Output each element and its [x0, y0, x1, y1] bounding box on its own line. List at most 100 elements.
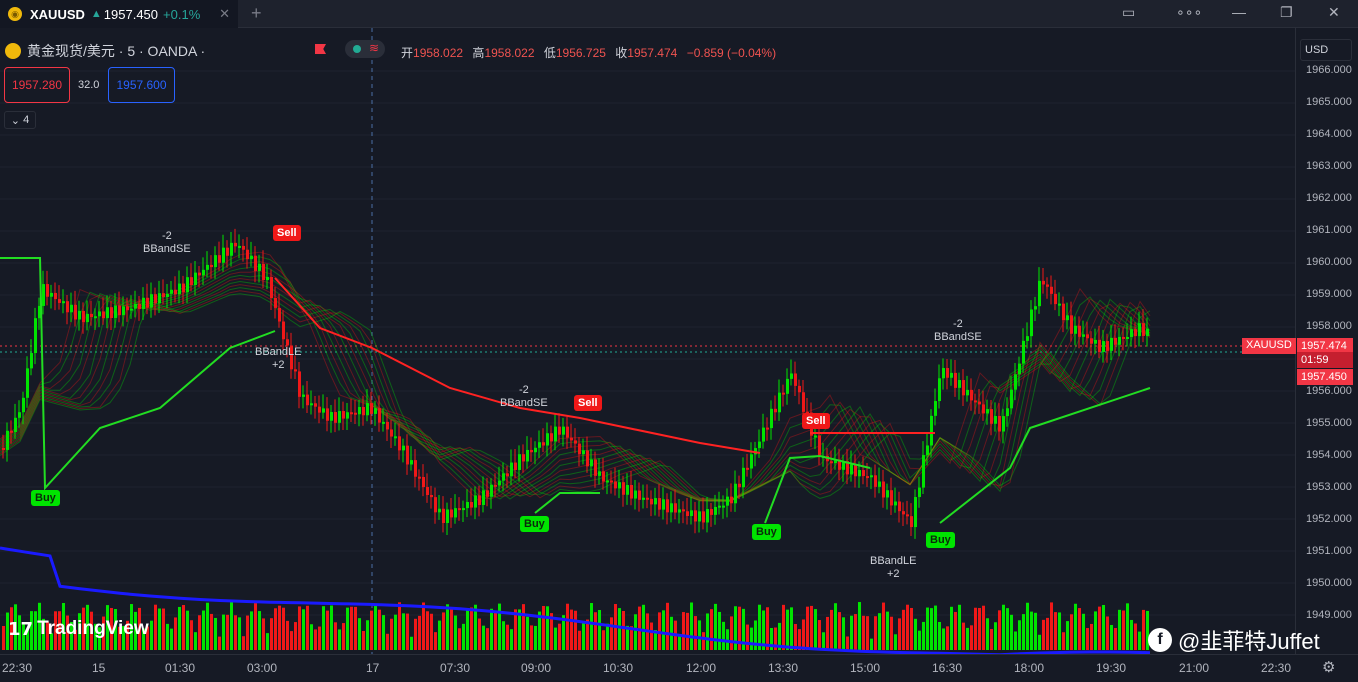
candle-body [18, 412, 21, 418]
volume-bar [846, 636, 849, 650]
candle-body [418, 476, 421, 479]
candle-body [498, 480, 501, 486]
volume-bar [918, 630, 921, 650]
volume-bar [378, 609, 381, 650]
candle-body [282, 321, 285, 340]
gold-coin-icon: ◉ [8, 7, 22, 21]
volume-bar [1086, 628, 1089, 650]
volume-bar [506, 624, 509, 650]
candle-body [486, 490, 489, 497]
candle-body [446, 509, 449, 523]
candle-body [710, 509, 713, 515]
close-window-icon[interactable]: ✕ [1328, 4, 1340, 21]
candle-body [370, 403, 373, 414]
market-status-pill[interactable]: ≋ [345, 40, 385, 58]
chevron-down-icon: ⌄ [10, 114, 24, 127]
volume-bar [1138, 631, 1141, 650]
indicators-toggle[interactable]: ⌄ 4 [4, 111, 36, 129]
currency-select[interactable]: USD [1300, 39, 1352, 61]
layout-icon[interactable]: ▭ [1122, 4, 1135, 21]
candle-body [466, 501, 469, 509]
volume-bar [370, 610, 373, 650]
candle-body [934, 401, 937, 416]
new-tab-icon[interactable]: + [251, 3, 262, 24]
volume-bar [962, 622, 965, 650]
volume-bar [930, 608, 933, 650]
chart-area[interactable]: 黄金现货/美元 · 5 · OANDA · ≋ 开1958.022 高1958.… [0, 28, 1358, 682]
volume-bar [234, 615, 237, 650]
time-tick: 01:30 [165, 661, 196, 675]
candle-body [1002, 416, 1005, 432]
candle-body [174, 289, 177, 295]
volume-bar [818, 620, 821, 650]
candle-body [714, 506, 717, 515]
close-tab-icon[interactable]: ✕ [219, 6, 230, 22]
candle-body [450, 509, 453, 518]
volume-bar [282, 607, 285, 650]
volume-bar [974, 607, 977, 650]
candle-body [102, 311, 105, 319]
tradingview-logo: 𝟭𝟳 TradingView [8, 618, 149, 640]
volume-bar [154, 604, 157, 650]
volume-bar [814, 609, 817, 650]
volume-bar [266, 633, 269, 650]
candle-body [362, 407, 365, 416]
candle-body [970, 389, 973, 401]
candle-body [642, 497, 645, 500]
candle-body [382, 421, 385, 424]
tab-xauusd[interactable]: ◉ XAUUSD ▲ 1957.450 +0.1% ✕ [0, 0, 238, 28]
candle-body [986, 409, 989, 414]
volume-bar [274, 608, 277, 650]
spread-value: 32.0 [78, 79, 100, 91]
volume-bar [486, 628, 489, 650]
candle-body [914, 497, 917, 528]
candle-body [390, 429, 393, 437]
volume-bar [862, 615, 865, 650]
volume-bar [850, 615, 853, 650]
sell-price-button[interactable]: 1957.280 [4, 67, 70, 103]
settings-gear-icon[interactable]: ⚙ [1322, 658, 1335, 676]
volume-bar [334, 622, 337, 650]
volume-bar [1010, 614, 1013, 650]
volume-bar [942, 628, 945, 650]
candle-body [930, 415, 933, 446]
candle-body [178, 283, 181, 295]
volume-bar [454, 615, 457, 650]
volume-bar [890, 616, 893, 650]
volume-bar [382, 615, 385, 650]
candle-body [654, 498, 657, 505]
candle-body [1046, 284, 1049, 287]
more-icon[interactable]: ∘∘∘ [1176, 4, 1202, 21]
candle-body [506, 473, 509, 477]
candle-body [474, 495, 477, 508]
time-axis[interactable]: 22:30 15 01:30 03:00 17 07:30 09:00 10:30 12:00 1… [0, 654, 1358, 682]
buy-price-button[interactable]: 1957.600 [108, 67, 175, 103]
candle-body [682, 509, 685, 512]
volume-bar [258, 611, 261, 650]
volume-bar [854, 614, 857, 650]
volume-bar [610, 617, 613, 650]
candle-body [354, 412, 357, 415]
candle-body [850, 464, 853, 475]
trailing-stop-line [0, 257, 276, 491]
volume-bar [494, 611, 497, 650]
volume-bar [642, 604, 645, 650]
volume-bar [578, 630, 581, 650]
candle-body [858, 470, 861, 477]
volume-bar [394, 614, 397, 650]
volume-bar [1134, 623, 1137, 650]
candle-body [82, 310, 85, 323]
maximize-icon[interactable]: ❐ [1280, 4, 1293, 21]
candle-body [318, 406, 321, 413]
minimize-icon[interactable]: — [1232, 4, 1246, 20]
candle-body [150, 294, 153, 308]
price-tick: 1965.000 [1306, 96, 1352, 108]
ohlc-readout: 开1958.022 高1958.022 低1956.725 收1957.474 … [401, 44, 782, 61]
volume-bar [262, 618, 265, 650]
volume-bar [718, 611, 721, 650]
candle-body [862, 470, 865, 477]
price-chart[interactable] [0, 28, 1295, 654]
volume-bar [1118, 609, 1121, 650]
volume-bar [210, 613, 213, 650]
time-tick: 19:30 [1096, 661, 1127, 675]
